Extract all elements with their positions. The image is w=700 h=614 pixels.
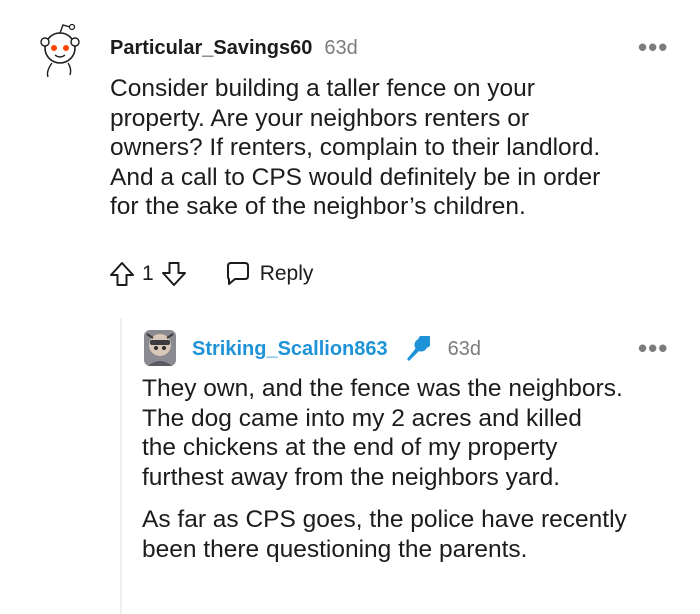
reply-label: Reply <box>259 262 314 285</box>
comment-line: Consider building a taller fence on your <box>110 75 535 102</box>
comment-line: property. Are your neighbors renters or <box>110 104 529 132</box>
microphone-icon <box>404 334 432 362</box>
username-link[interactable]: Particular_Savings60 <box>110 37 312 60</box>
more-options-button[interactable]: ••• <box>638 34 668 60</box>
upvote-icon[interactable] <box>108 260 136 288</box>
comment-body: They own, and the fence was the neighbor… <box>142 374 687 564</box>
comment-line: furthest away from the neighbors yard. <box>142 463 561 491</box>
comment-body: Consider building a taller fence on your… <box>110 74 680 222</box>
comment-line: been there questioning the parents. <box>142 535 528 563</box>
comment-line: They own, and the fence was the neighbor… <box>142 375 623 402</box>
comment-line: As far as CPS goes, the police have rece… <box>142 506 627 533</box>
comment-header: Particular_Savings60 63d <box>110 37 358 60</box>
comment-line: And a call to CPS would definitely be in… <box>110 163 601 191</box>
downvote-icon[interactable] <box>160 260 188 288</box>
comment-line: for the sake of the neighbor’s children. <box>110 193 526 220</box>
avatar[interactable] <box>34 22 86 80</box>
timestamp[interactable]: 63d <box>448 338 481 361</box>
username-link[interactable]: Striking_Scallion863 <box>192 338 388 361</box>
comment-particular-savings60: Particular_Savings60 63d ••• Consider bu… <box>0 0 700 300</box>
comment-actions: 1 Reply <box>108 260 313 288</box>
comment-paragraph: They own, and the fence was the neighbor… <box>142 374 687 492</box>
reply-button[interactable]: Reply <box>224 260 314 288</box>
comment-line: The dog came into my 2 acres and killed <box>142 404 582 432</box>
timestamp[interactable]: 63d <box>324 37 357 60</box>
vote-score: 1 <box>142 262 154 285</box>
comment-line: owners? If renters, complain to their la… <box>110 134 601 161</box>
snoo-avatar-icon <box>40 23 80 78</box>
comment-paragraph: As far as CPS goes, the police have rece… <box>142 505 687 564</box>
more-options-button[interactable]: ••• <box>638 335 668 361</box>
comment-line: the chickens at the end of my property <box>142 434 558 461</box>
comment-striking-scallion863: Striking_Scallion863 63d ••• They own, a… <box>0 300 700 614</box>
comment-header: Striking_Scallion863 63d <box>192 334 481 362</box>
chat-bubble-icon <box>226 262 249 285</box>
avatar[interactable] <box>142 328 178 368</box>
user-avatar-icon <box>144 330 176 366</box>
